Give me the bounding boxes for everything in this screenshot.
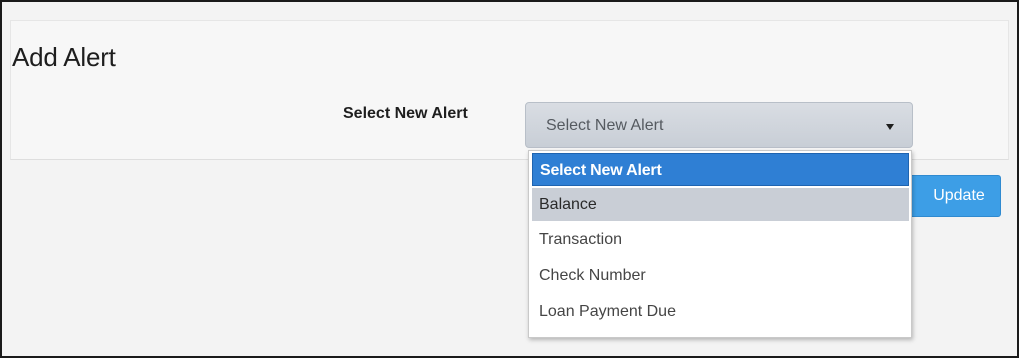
option-transaction[interactable]: Transaction [532,223,909,256]
select-new-alert-label: Select New Alert [343,105,468,122]
alert-type-select[interactable]: Select New Alert [525,102,913,148]
update-button[interactable]: Update [905,175,1001,217]
app-frame: Add Alert Select New Alert Select New Al… [0,0,1019,358]
option-check-number[interactable]: Check Number [532,259,909,292]
chevron-down-icon [886,124,894,130]
alert-type-dropdown: Select New Alert Balance Transaction Che… [528,150,912,338]
option-loan-payment-due[interactable]: Loan Payment Due [532,295,909,328]
option-select-new-alert[interactable]: Select New Alert [532,153,909,186]
page-title: Add Alert [12,42,116,72]
option-balance[interactable]: Balance [532,188,909,221]
select-current-value: Select New Alert [546,117,664,134]
